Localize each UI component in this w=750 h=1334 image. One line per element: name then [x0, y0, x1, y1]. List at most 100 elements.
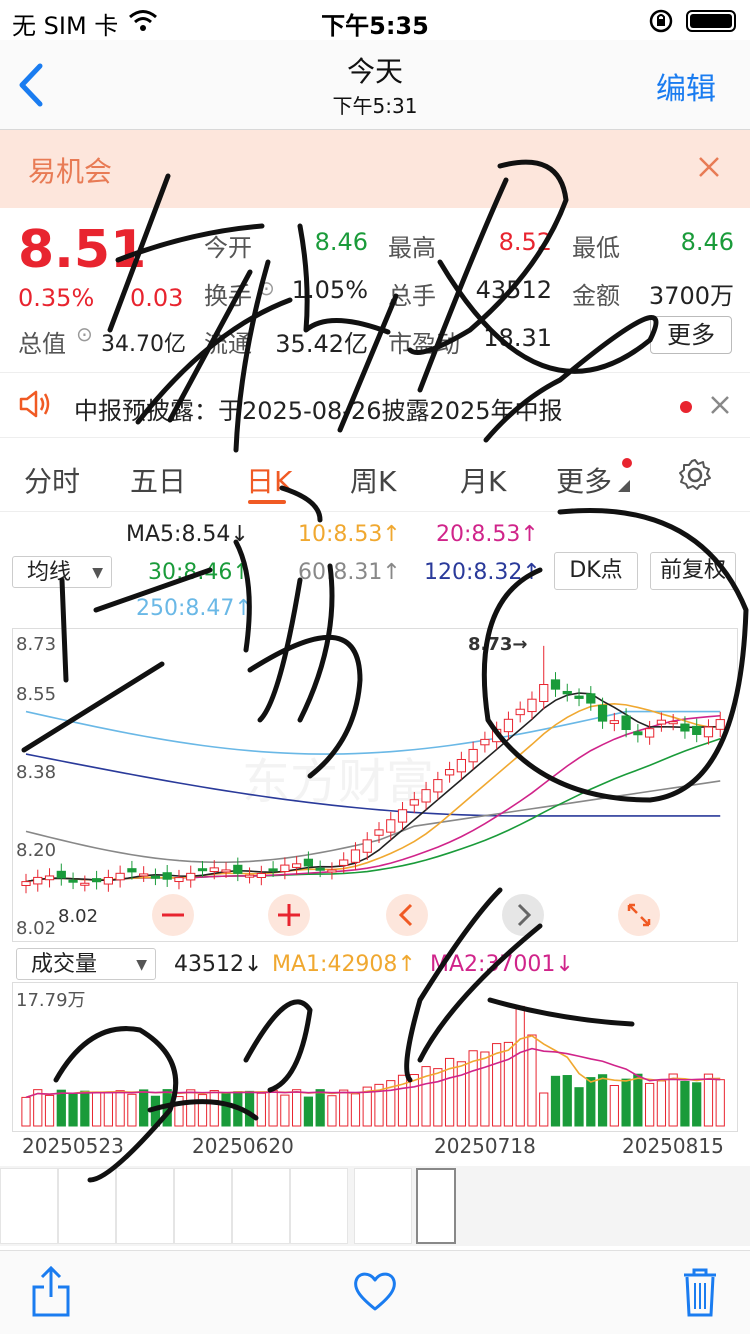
photo-thumbnail-strip[interactable] [0, 1166, 750, 1246]
candle-body [350, 849, 361, 863]
volume-bar [221, 1092, 231, 1127]
ma60-value: 60:8.31↑ [298, 560, 401, 585]
ma10-value: 10:8.53↑ [298, 522, 401, 547]
photo-thumbnail[interactable] [0, 1168, 58, 1244]
photo-thumbnail-current[interactable] [416, 1168, 456, 1244]
volume-indicator-select[interactable]: 成交量 ▼ [16, 948, 156, 980]
candle-body [44, 875, 55, 881]
volume-plot [21, 1005, 725, 1127]
volume-bar [80, 1090, 90, 1127]
candle-body [468, 748, 478, 763]
pe-value: 18.31 [483, 324, 552, 352]
zoom-out-button[interactable] [150, 892, 196, 938]
volume-bar [139, 1089, 149, 1127]
volume-bar [327, 1095, 337, 1127]
tab-weekly-k[interactable]: 周K [350, 460, 396, 500]
total-value-label: 总值 [18, 330, 66, 358]
candle-body [21, 881, 31, 886]
candle-body [492, 728, 502, 743]
photo-thumbnail[interactable] [232, 1168, 290, 1244]
last-price: 8.51 [18, 220, 147, 280]
volume-bar [68, 1093, 78, 1127]
candle-body [527, 698, 537, 713]
nav-subtitle: 下午5:31 [332, 94, 418, 118]
volume-ma2: MA2:37001↓ [430, 952, 574, 977]
change-amount: 0.03 [130, 284, 184, 312]
turnover-label: 换手 [204, 282, 252, 310]
quote-panel: 8.51 0.35% 0.03 今开 8.46 最高 8.52 最低 8.46 … [0, 208, 750, 368]
trash-icon[interactable] [680, 1265, 720, 1319]
info-dots-icon[interactable]: ⊙ [258, 276, 275, 300]
candle-body [292, 863, 302, 868]
candle-body [503, 718, 514, 733]
period-tabs: 分时 五日 日K 周K 月K 更多 [0, 440, 750, 512]
volume-bar [115, 1090, 125, 1127]
photo-thumbnail[interactable] [58, 1168, 116, 1244]
opportunity-banner[interactable]: 易机会 [0, 130, 750, 208]
notice-bar[interactable]: 中报预披露：于2025-08-26披露2025年中报 [0, 372, 750, 438]
candle-body [456, 758, 466, 773]
info-dots-icon[interactable]: ⊙ [76, 322, 93, 346]
photo-thumbnail[interactable] [290, 1168, 348, 1244]
low-label: 最低 [572, 234, 620, 262]
tab-daily-k[interactable]: 日K [246, 460, 292, 500]
candle-body [597, 704, 608, 722]
share-icon[interactable] [30, 1265, 72, 1319]
volume-bar [174, 1096, 184, 1127]
tab-monthly-k[interactable]: 月K [460, 460, 506, 500]
scroll-left-button[interactable] [384, 892, 430, 938]
amount-value: 3700万 [648, 282, 734, 310]
fullscreen-button[interactable] [616, 892, 662, 938]
photo-thumbnail[interactable] [174, 1168, 232, 1244]
notice-text: 中报预披露：于2025-08-26披露2025年中报 [74, 397, 563, 425]
volume-bar [645, 1082, 655, 1127]
volume-bar [244, 1090, 255, 1127]
ma120-value: 120:8.32↑ [424, 560, 541, 585]
volume-bar [56, 1089, 66, 1127]
more-badge-dot [622, 458, 632, 468]
volume-bar [44, 1094, 55, 1127]
ma250-line [25, 710, 721, 755]
volume-bar [692, 1082, 702, 1127]
edit-button[interactable]: 编辑 [656, 64, 716, 108]
adjust-price-button[interactable]: 前复权 [650, 552, 736, 590]
scroll-right-button[interactable] [500, 892, 546, 938]
max-price-label: 8.73→ [468, 634, 528, 655]
gear-icon[interactable] [678, 458, 712, 492]
close-icon[interactable] [698, 156, 720, 178]
volume-bar [515, 1005, 525, 1127]
candle-body [550, 679, 561, 690]
candle-body [209, 867, 219, 873]
heart-icon[interactable] [352, 1269, 398, 1313]
low-value: 8.46 [680, 228, 734, 256]
high-label: 最高 [388, 234, 436, 262]
y-tick-label: 8.38 [16, 762, 57, 783]
tab-intraday[interactable]: 分时 [24, 460, 80, 500]
candle-body [715, 719, 725, 730]
volume-bar [433, 1068, 443, 1127]
candle-body [91, 878, 102, 883]
y-tick-label: 8.55 [16, 684, 57, 705]
volume-bar [715, 1079, 725, 1127]
volume-bar [562, 1075, 572, 1127]
zoom-in-button[interactable] [266, 892, 312, 938]
turnover-value: 1.05% [291, 276, 368, 304]
tab-five-day[interactable]: 五日 [130, 460, 186, 500]
banner-text: 易机会 [28, 155, 113, 188]
volume-bar [539, 1092, 549, 1127]
dk-point-button[interactable]: DK点 [554, 552, 638, 590]
more-button[interactable]: 更多 [650, 316, 732, 354]
tab-more[interactable]: 更多 [556, 460, 612, 500]
close-icon[interactable] [710, 395, 730, 415]
photo-thumbnail[interactable] [354, 1168, 412, 1244]
photo-nav-bar: 今天 下午5:31 编辑 [0, 40, 750, 130]
candle-body [221, 869, 231, 873]
candle-body [280, 864, 290, 873]
candle-body [150, 875, 161, 879]
indicator-select[interactable]: 均线 ▼ [12, 556, 112, 588]
photo-thumbnail[interactable] [116, 1168, 174, 1244]
candle-body [668, 721, 678, 725]
y-tick-label: 8.73 [16, 634, 57, 655]
volume-bar [233, 1091, 243, 1127]
candle-body [139, 873, 149, 877]
